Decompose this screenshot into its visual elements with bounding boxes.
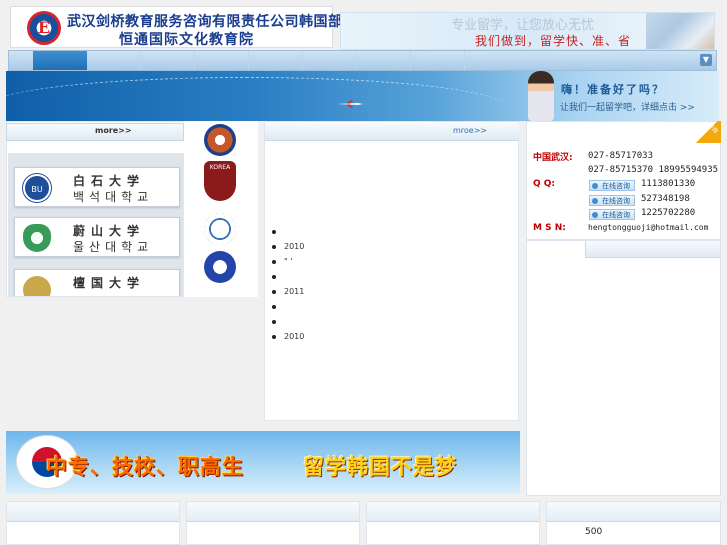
footer-panel-header xyxy=(7,502,179,522)
banner-subtext[interactable]: 让我们一起留学吧，详细点击 >> xyxy=(560,100,695,113)
logo-emblem-icon: E xyxy=(27,11,61,45)
header-ad-banner[interactable]: 专业留学，让您放心无忧 我们做到，留学快、准、省 xyxy=(340,12,715,50)
shield-label: KOREA xyxy=(209,164,231,171)
list-item[interactable] xyxy=(272,314,512,329)
student-photo xyxy=(528,71,554,121)
list-item[interactable]: 檀国大学 xyxy=(14,269,180,296)
partner-logo-column: KOREA xyxy=(184,121,258,297)
contact-panel: 中国武汉: 027-85717033 027-85715370 18995594… xyxy=(526,121,721,240)
list-item[interactable]: 2010 xyxy=(272,329,512,344)
university-name-cn: 白石大学 xyxy=(73,174,146,188)
promo-banner[interactable]: 中专、技校、职高生 留学韩国不是梦 xyxy=(6,431,520,494)
news-panel-header: mroe>> xyxy=(265,123,519,141)
flight-path xyxy=(6,77,506,121)
nav-item[interactable] xyxy=(411,51,465,70)
main-nav: ▼ xyxy=(8,50,717,71)
footer-panel-header xyxy=(367,502,539,522)
university-name-cn: 檀国大学 xyxy=(73,276,146,290)
corner-badge-label: 咨询 xyxy=(705,121,720,135)
news-list: 2010 " ' 2011 2010 xyxy=(272,224,512,344)
university-name-kr: 울산대학교 xyxy=(73,240,154,254)
list-item[interactable] xyxy=(272,224,512,239)
qq-number: 527348198 xyxy=(641,194,690,204)
university-panel-header: more>> xyxy=(6,123,184,141)
kmu-seal-icon[interactable] xyxy=(204,213,236,245)
qq-online-button[interactable]: 在线咨询 xyxy=(589,209,635,220)
banner-greeting: 嗨！准备好了吗？ xyxy=(561,83,665,96)
university-emblem-icon xyxy=(23,276,51,296)
company-name: 武汉剑桥教育服务咨询有限责任公司韩国部 xyxy=(67,14,343,30)
footer-panel-header xyxy=(547,502,720,522)
list-item[interactable]: 蔚山大学 울산대학교 xyxy=(14,217,180,257)
qq-number: 1113801330 xyxy=(641,179,696,189)
university-emblem-icon: BU xyxy=(23,174,51,202)
tab-bar xyxy=(586,241,720,258)
footer-panel: 500 xyxy=(546,501,721,545)
right-lower-panel xyxy=(526,240,721,496)
footer-panel xyxy=(186,501,360,545)
university-emblem-icon xyxy=(23,224,51,252)
ad-slogan-top: 专业留学，让您放心无忧 xyxy=(451,18,595,33)
university-seal-icon[interactable] xyxy=(204,124,236,156)
university-list: BU 白石大学 백석대학교 蔚山大学 울산대학교 檀国大学 xyxy=(8,153,184,296)
footer-panel xyxy=(366,501,540,545)
nav-item[interactable] xyxy=(357,51,411,70)
promo-text-right: 留学韩国不是梦 xyxy=(303,455,457,479)
nav-item[interactable] xyxy=(303,51,357,70)
korea-university-shield-icon[interactable]: KOREA xyxy=(204,161,236,201)
list-item[interactable] xyxy=(272,269,512,284)
nav-item[interactable] xyxy=(195,51,249,70)
more-link[interactable]: more>> xyxy=(95,126,132,135)
list-item[interactable]: 2010 xyxy=(272,239,512,254)
footer-panel xyxy=(6,501,180,545)
nav-item[interactable] xyxy=(141,51,195,70)
university-name-cn: 蔚山大学 xyxy=(73,224,146,238)
university-name-kr: 백석대학교 xyxy=(73,190,154,204)
site-logo-block[interactable]: E 武汉剑桥教育服务咨询有限责任公司韩国部 恒通国际文化教育院 xyxy=(10,6,342,48)
footer-row: 500 xyxy=(6,501,721,545)
blue-university-seal-icon[interactable] xyxy=(204,251,236,283)
nav-item[interactable] xyxy=(249,51,303,70)
nav-item[interactable] xyxy=(87,51,141,70)
region-label: 中国武汉: xyxy=(533,153,573,163)
more-link[interactable]: mroe>> xyxy=(453,126,487,135)
consult-corner-badge: 咨询 xyxy=(693,121,721,143)
airplane-icon xyxy=(337,100,363,108)
msn-label: M S N: xyxy=(533,223,566,233)
ad-photo xyxy=(646,13,714,49)
qq-online-button[interactable]: 在线咨询 xyxy=(589,195,635,206)
list-item[interactable]: BU 白石大学 백석대학교 xyxy=(14,167,180,207)
hero-banner[interactable]: 嗨！准备好了吗？ 让我们一起留学吧，详细点击 >> xyxy=(6,71,719,121)
msn-address[interactable]: hengtongguoji@hotmail.com xyxy=(588,223,708,232)
list-item[interactable]: " ' xyxy=(272,254,512,269)
chevron-down-icon[interactable]: ▼ xyxy=(700,54,712,66)
qq-label: Q Q: xyxy=(533,179,556,189)
footer-panel-header xyxy=(187,502,359,522)
nav-item-home[interactable] xyxy=(33,51,87,70)
phone-number: 027-85717033 xyxy=(588,151,654,161)
list-item[interactable] xyxy=(272,299,512,314)
phone-number: 027-85715370 18995594935 xyxy=(588,165,719,175)
qq-online-button[interactable]: 在线咨询 xyxy=(589,180,635,191)
ad-slogan-bottom: 我们做到，留学快、准、省 xyxy=(475,34,632,48)
promo-text-left: 中专、技校、职高生 xyxy=(46,455,244,479)
visitor-count: 500 xyxy=(585,527,603,537)
company-subname: 恒通国际文化教育院 xyxy=(119,32,254,48)
qq-number: 1225702280 xyxy=(641,208,696,218)
list-item[interactable]: 2011 xyxy=(272,284,512,299)
tab-active[interactable] xyxy=(527,241,586,258)
